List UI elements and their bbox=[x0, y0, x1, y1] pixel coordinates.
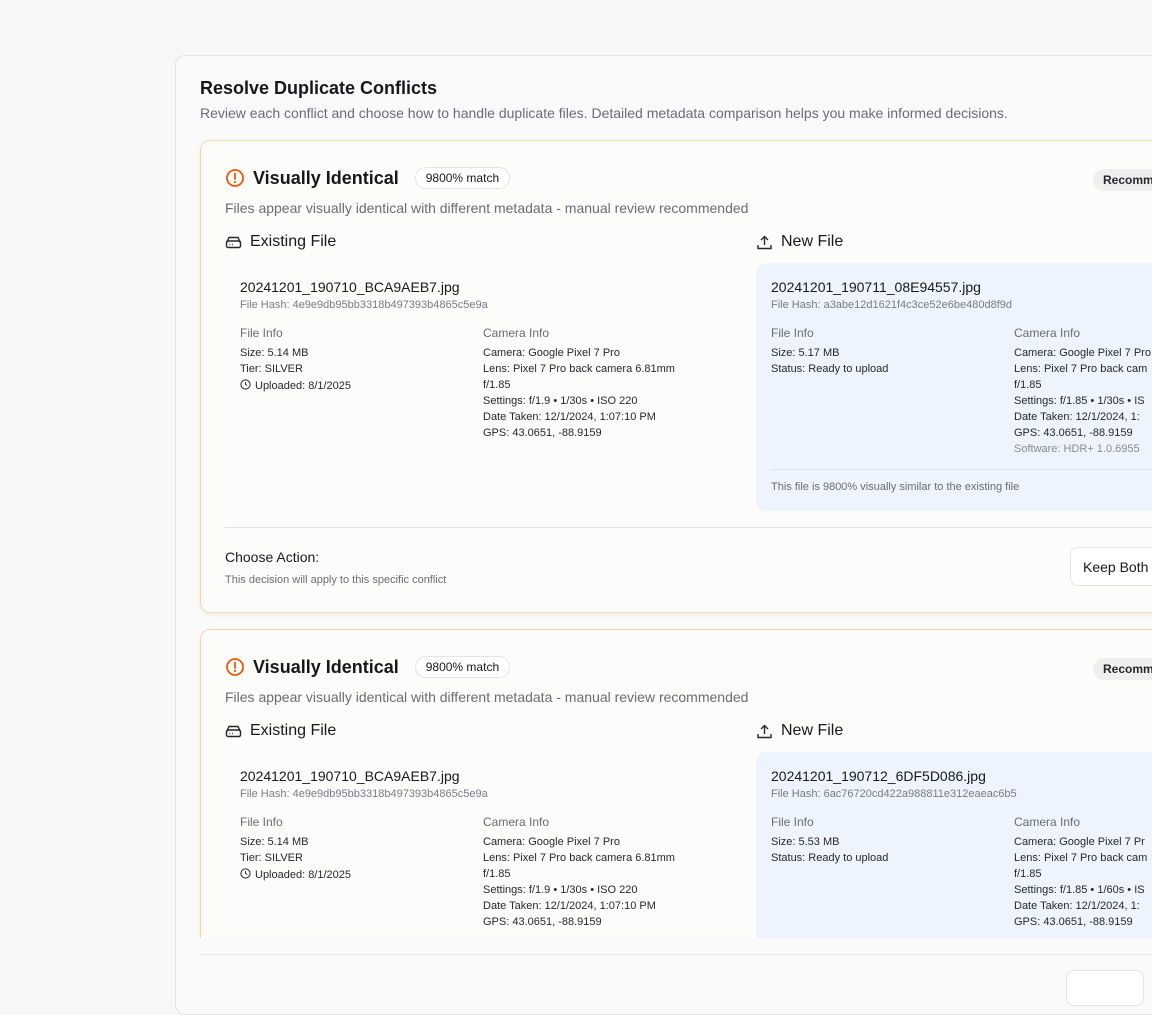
existing-uploaded: Uploaded: 8/1/2025 bbox=[240, 379, 351, 392]
existing-file-label: Existing File bbox=[250, 722, 337, 739]
new-file-label: New File bbox=[781, 233, 844, 250]
alert-circle-icon bbox=[226, 658, 244, 676]
existing-tier: Tier: SILVER bbox=[240, 852, 303, 864]
existing-file-hash: File Hash: 4e9e9db95bb3318b497393b4865c5… bbox=[240, 299, 488, 311]
similarity-note: This file is 9800% visually similar to t… bbox=[771, 481, 1020, 493]
upload-icon bbox=[757, 235, 772, 249]
existing-filename: 20241201_190710_BCA9AEB7.jpg bbox=[240, 768, 460, 784]
new-camera: Camera: Google Pixel 7 Pr bbox=[1014, 836, 1145, 848]
file-info-label: File Info bbox=[771, 815, 814, 829]
new-date-taken: Date Taken: 12/1/2024, 1: bbox=[1014, 900, 1140, 912]
conflict-card: Visually Identical 9800% match Recomm Fi… bbox=[200, 629, 1152, 938]
conflict-title: Visually Identical bbox=[253, 656, 399, 677]
file-info-label: File Info bbox=[240, 326, 283, 340]
existing-lens-aperture: f/1.85 bbox=[483, 868, 511, 880]
similarity-divider bbox=[771, 469, 1152, 470]
existing-uploaded: Uploaded: 8/1/2025 bbox=[240, 868, 351, 881]
new-lens-aperture: f/1.85 bbox=[1014, 379, 1042, 391]
new-date-taken: Date Taken: 12/1/2024, 1: bbox=[1014, 411, 1140, 423]
dialog-title: Resolve Duplicate Conflicts bbox=[200, 78, 438, 98]
action-divider bbox=[225, 527, 1152, 528]
existing-date-taken: Date Taken: 12/1/2024, 1:07:10 PM bbox=[483, 900, 656, 912]
new-file-heading: New File bbox=[756, 722, 843, 740]
new-file-panel: 20241201_190712_6DF5D086.jpg File Hash: … bbox=[756, 752, 1152, 938]
new-lens: Lens: Pixel 7 Pro back cam bbox=[1014, 363, 1148, 375]
existing-file-hash: File Hash: 4e9e9db95bb3318b497393b4865c5… bbox=[240, 788, 488, 800]
new-file-panel: 20241201_190711_08E94557.jpg File Hash: … bbox=[756, 263, 1152, 511]
existing-uploaded-text: Uploaded: 8/1/2025 bbox=[255, 380, 352, 392]
conflict-description: Files appear visually identical with dif… bbox=[225, 200, 749, 216]
conflict-header: Visually Identical 9800% match bbox=[225, 656, 511, 678]
new-filename: 20241201_190712_6DF5D086.jpg bbox=[771, 768, 986, 784]
clock-icon bbox=[240, 379, 251, 390]
existing-size: Size: 5.14 MB bbox=[240, 836, 309, 848]
new-file-hash: File Hash: a3abe12d1621f4c3ce52e6be480d8… bbox=[771, 299, 1012, 311]
footer-divider bbox=[200, 954, 1152, 955]
upload-icon bbox=[757, 724, 772, 738]
new-status: Status: Ready to upload bbox=[771, 852, 889, 864]
existing-gps: GPS: 43.0651, -88.9159 bbox=[483, 916, 602, 928]
existing-file-label: Existing File bbox=[250, 233, 337, 250]
camera-info-label: Camera Info bbox=[1014, 326, 1081, 340]
conflict-description: Files appear visually identical with dif… bbox=[225, 689, 749, 705]
file-info-label: File Info bbox=[240, 815, 283, 829]
alert-circle-icon bbox=[226, 169, 244, 187]
dialog-description: Review each conflict and choose how to h… bbox=[200, 105, 1008, 121]
new-size: Size: 5.17 MB bbox=[771, 347, 840, 359]
file-info-label: File Info bbox=[771, 326, 814, 340]
existing-file-panel: 20241201_190710_BCA9AEB7.jpg File Hash: … bbox=[225, 263, 675, 463]
match-badge: 9800% match bbox=[414, 167, 511, 189]
conflict-card: Visually Identical 9800% match Recomm Fi… bbox=[200, 140, 1152, 613]
new-gps: GPS: 43.0651, -88.9159 bbox=[1014, 916, 1133, 928]
camera-info-label: Camera Info bbox=[483, 815, 550, 829]
new-file-heading: New File bbox=[756, 233, 843, 251]
new-settings: Settings: f/1.85 • 1/30s • IS bbox=[1014, 395, 1145, 407]
keep-both-button[interactable]: Keep Both bbox=[1070, 547, 1152, 586]
existing-camera: Camera: Google Pixel 7 Pro bbox=[483, 836, 620, 848]
existing-gps: GPS: 43.0651, -88.9159 bbox=[483, 427, 602, 439]
existing-file-heading: Existing File bbox=[225, 233, 336, 251]
existing-lens-aperture: f/1.85 bbox=[483, 379, 511, 391]
existing-lens: Lens: Pixel 7 Pro back camera 6.81mm bbox=[483, 363, 675, 375]
existing-date-taken: Date Taken: 12/1/2024, 1:07:10 PM bbox=[483, 411, 656, 423]
clock-icon bbox=[240, 868, 251, 879]
conflict-header: Visually Identical 9800% match bbox=[225, 167, 511, 189]
new-software: Software: HDR+ 1.0.6955 bbox=[1014, 443, 1140, 455]
new-lens-aperture: f/1.85 bbox=[1014, 868, 1042, 880]
new-file-label: New File bbox=[781, 722, 844, 739]
existing-settings: Settings: f/1.9 • 1/30s • ISO 220 bbox=[483, 884, 638, 896]
choose-action-hint: This decision will apply to this specifi… bbox=[225, 574, 447, 586]
recommendation-badge: Recomm bbox=[1093, 169, 1152, 191]
existing-file-heading: Existing File bbox=[225, 722, 336, 740]
new-size: Size: 5.53 MB bbox=[771, 836, 840, 848]
new-status: Status: Ready to upload bbox=[771, 363, 889, 375]
existing-settings: Settings: f/1.9 • 1/30s • ISO 220 bbox=[483, 395, 638, 407]
match-badge: 9800% match bbox=[414, 656, 511, 678]
existing-tier: Tier: SILVER bbox=[240, 363, 303, 375]
existing-camera: Camera: Google Pixel 7 Pro bbox=[483, 347, 620, 359]
hard-drive-icon bbox=[225, 725, 242, 737]
new-filename: 20241201_190711_08E94557.jpg bbox=[771, 279, 981, 295]
choose-action-label: Choose Action: bbox=[225, 549, 320, 565]
existing-lens: Lens: Pixel 7 Pro back camera 6.81mm bbox=[483, 852, 675, 864]
existing-filename: 20241201_190710_BCA9AEB7.jpg bbox=[240, 279, 460, 295]
new-settings: Settings: f/1.85 • 1/60s • IS bbox=[1014, 884, 1145, 896]
hard-drive-icon bbox=[225, 236, 242, 248]
resolve-duplicates-dialog: Resolve Duplicate Conflicts Review each … bbox=[175, 55, 1152, 1015]
new-gps: GPS: 43.0651, -88.9159 bbox=[1014, 427, 1133, 439]
new-lens: Lens: Pixel 7 Pro back cam bbox=[1014, 852, 1148, 864]
conflict-title: Visually Identical bbox=[253, 167, 399, 188]
camera-info-label: Camera Info bbox=[1014, 815, 1081, 829]
recommendation-badge: Recomm bbox=[1093, 658, 1152, 680]
existing-size: Size: 5.14 MB bbox=[240, 347, 309, 359]
new-file-hash: File Hash: 6ac76720cd422a988811e312eaeac… bbox=[771, 788, 1017, 800]
existing-file-panel: 20241201_190710_BCA9AEB7.jpg File Hash: … bbox=[225, 752, 675, 938]
existing-uploaded-text: Uploaded: 8/1/2025 bbox=[255, 869, 352, 881]
conflicts-scroll-area[interactable]: Visually Identical 9800% match Recomm Fi… bbox=[176, 140, 1152, 938]
new-camera: Camera: Google Pixel 7 Pro bbox=[1014, 347, 1151, 359]
footer-button[interactable] bbox=[1066, 970, 1144, 1006]
camera-info-label: Camera Info bbox=[483, 326, 550, 340]
